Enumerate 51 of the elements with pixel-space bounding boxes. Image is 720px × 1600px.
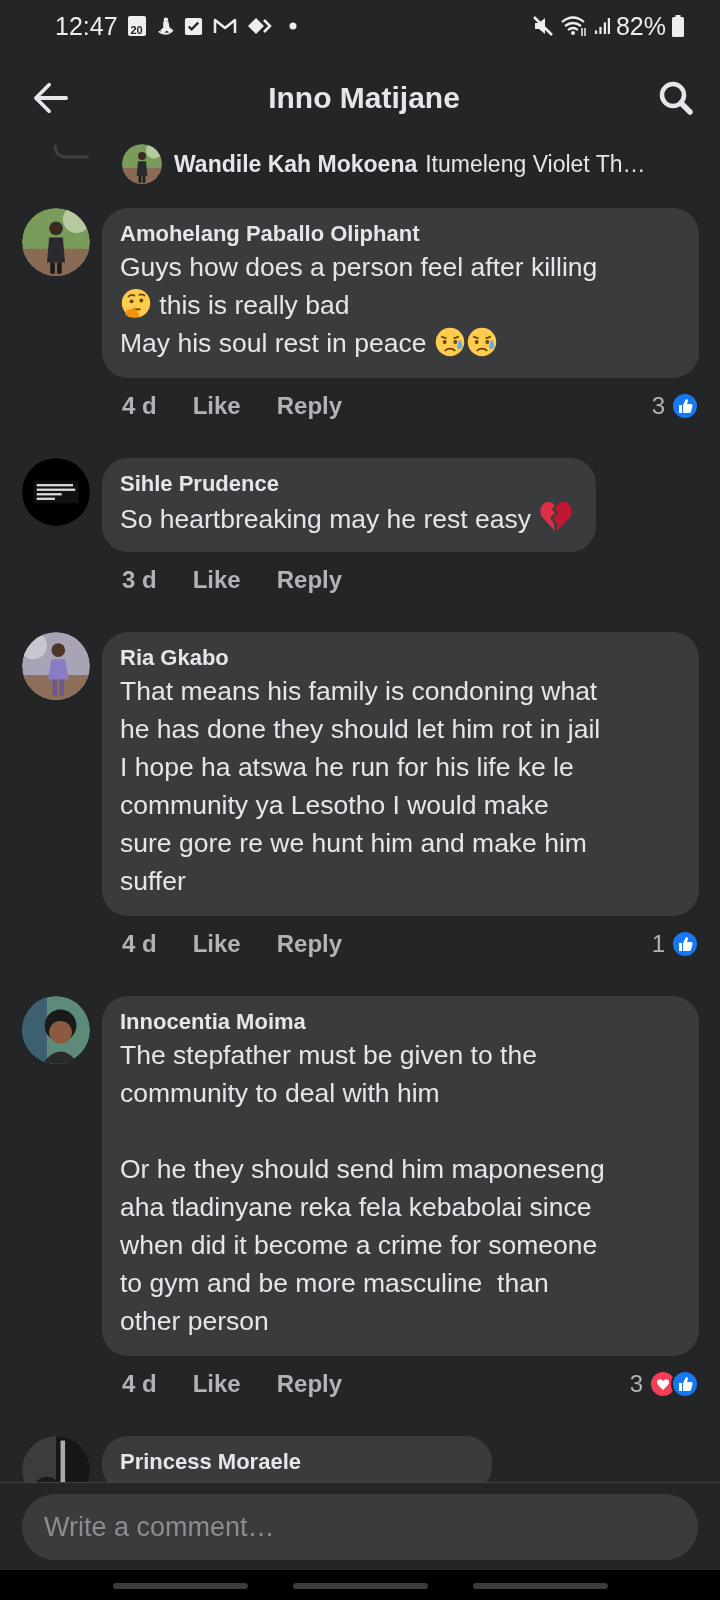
dot-icon: [288, 22, 297, 30]
comment-author[interactable]: Amohelang Paballo Oliphant: [120, 220, 677, 248]
reaction-count: 1: [651, 930, 665, 958]
reply-preview: Itumeleng Violet Th…: [425, 150, 646, 178]
reaction-count: 3: [629, 1370, 643, 1398]
comment-time: 4 d: [122, 930, 157, 958]
like-reaction-icon: [671, 930, 699, 958]
calendar-icon: 20: [127, 16, 146, 36]
sad-emoji-icon: [465, 326, 498, 358]
thinking-emoji-icon: [120, 288, 152, 320]
battery-icon: [672, 15, 684, 37]
comment-text: Guys how does a person feel after killing this is really bad May his soul rest in peace: [120, 251, 599, 360]
comment-time: 3 d: [122, 566, 157, 594]
comment-time: 4 d: [122, 392, 157, 420]
like-button[interactable]: Like: [192, 392, 241, 420]
comment-time: 4 d: [122, 1370, 157, 1398]
mail-icon: [212, 17, 237, 35]
like-reaction-icon: [671, 1370, 699, 1398]
like-button[interactable]: Like: [192, 930, 241, 958]
comment-author[interactable]: Ria Gkabo: [120, 644, 677, 672]
like-button[interactable]: Like: [192, 1370, 241, 1398]
comment-input[interactable]: Write a comment…: [22, 1494, 698, 1560]
nav-key[interactable]: [292, 1583, 428, 1589]
page-title: Inno Matijane: [267, 81, 461, 115]
reply-button[interactable]: Reply: [276, 392, 343, 420]
reply-button[interactable]: Reply: [276, 566, 343, 594]
clock-time: 12:47: [55, 11, 118, 41]
comment-text: The stepfather must be given to the community to deal with him: [120, 1039, 538, 1110]
nav-key[interactable]: [112, 1583, 248, 1589]
wifi-icon: [559, 15, 588, 37]
sad-emoji-icon: [433, 326, 466, 358]
signal-icon: [593, 16, 610, 36]
diamond-icon: [246, 17, 273, 35]
search-icon: [658, 80, 694, 116]
comment-author[interactable]: Sihle Prudence: [120, 470, 575, 498]
mute-icon: [531, 15, 554, 37]
like-reaction-icon: [671, 392, 699, 420]
comment-text: Or he they should send him maponeseng aha tladinyane reka fela kebabolai since when did it become a crime for someone to gym and be more masculine than other person: [120, 1153, 606, 1338]
reaction-count: 3: [651, 392, 665, 420]
nav-key[interactable]: [472, 1583, 608, 1589]
back-arrow-icon: [32, 81, 70, 115]
battery-percent: 82%: [615, 11, 666, 41]
comment-text: So heartbreaking may he rest easy: [120, 498, 575, 536]
comment-author[interactable]: Princess Moraele: [120, 1448, 470, 1476]
reply-button[interactable]: Reply: [276, 930, 343, 958]
comment-text: That means his family is condoning what he has done they should let him rot in jail I hope ha atswa he run for his life ke le community ya Lesotho I would make sure gore re we hunt him and make him suffer: [120, 675, 602, 898]
like-button[interactable]: Like: [192, 566, 241, 594]
checkbox-icon: [183, 16, 203, 36]
reply-button[interactable]: Reply: [276, 1370, 343, 1398]
comment-author[interactable]: Innocentia Moima: [120, 1008, 677, 1036]
reply-author[interactable]: Wandile Kah Mokoena: [174, 150, 418, 178]
